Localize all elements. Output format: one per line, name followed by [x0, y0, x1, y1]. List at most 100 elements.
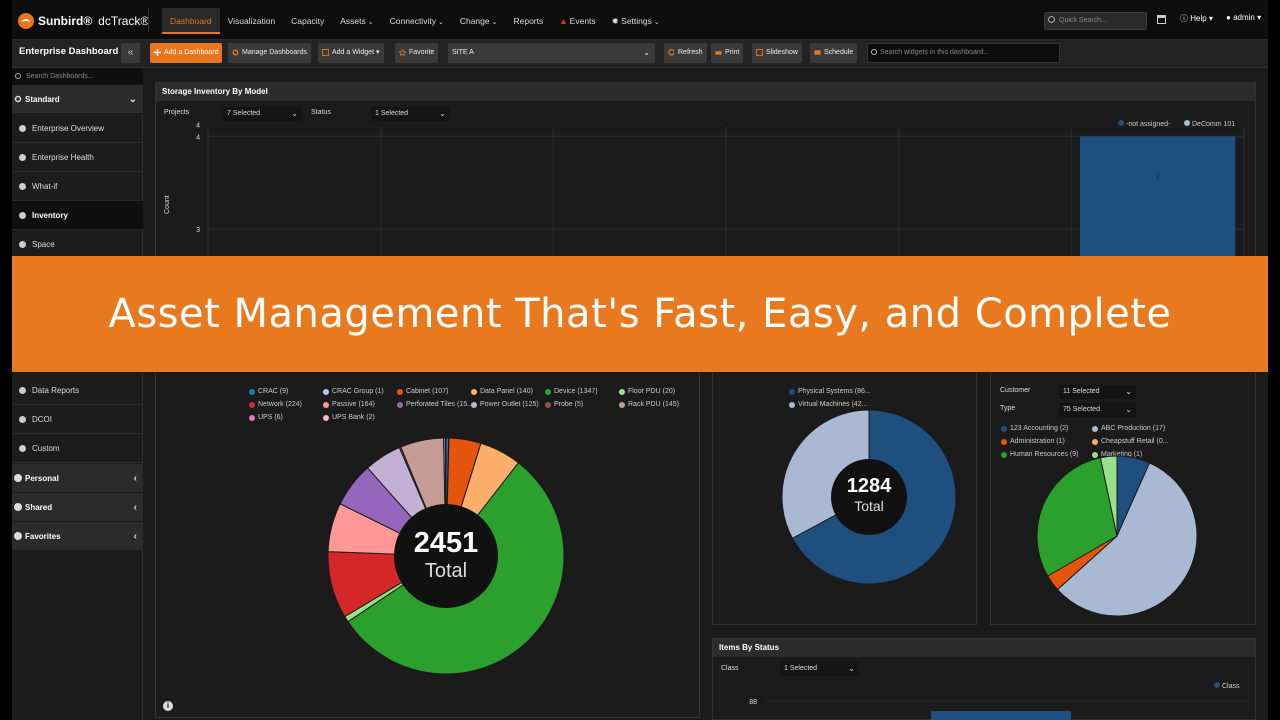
sidebar-item-inventory[interactable]: Inventory	[12, 201, 143, 230]
legend-swatch	[323, 401, 329, 408]
logo[interactable]: Sunbird® dcTrack®	[18, 12, 149, 30]
sidebar-group-shared[interactable]: Shared ‹	[12, 493, 143, 522]
schedule-button[interactable]: Schedule	[810, 43, 858, 63]
add-widget-button[interactable]: Add a Widget ▾	[318, 43, 384, 63]
legend-item[interactable]: Cabinet (107)	[397, 385, 471, 398]
legend-item[interactable]: Rack PDU (145)	[619, 398, 693, 411]
nav-item-change[interactable]: Change ⌄	[452, 8, 506, 34]
chevron-down-icon: ⌄	[367, 19, 374, 26]
widget-title: Storage Inventory By Model	[156, 83, 1255, 101]
star-icon	[399, 49, 406, 56]
type-filter-select[interactable]: 75 Selected ⌄	[1059, 403, 1136, 417]
sidebar-item-space[interactable]: Space	[12, 230, 143, 259]
add-dashboard-button[interactable]: Add a Dashboard	[150, 43, 223, 63]
page-title: Enterprise Dashboard	[19, 46, 119, 57]
legend-item[interactable]: ABC Production (17)	[1092, 422, 1183, 435]
sidebar-item-label: Data Reports	[32, 386, 80, 395]
sidebar-item-data-reports[interactable]: Data Reports	[12, 376, 143, 405]
sidebar-item-label: Enterprise Overview	[32, 124, 105, 133]
legend-item[interactable]: Device (1347)	[545, 385, 619, 398]
legend-item[interactable]: Network (224)	[249, 398, 323, 411]
nav-item-label: Assets	[340, 16, 366, 26]
manage-dashboards-button[interactable]: Manage Dashboards	[228, 43, 311, 63]
favorite-button[interactable]: Favorite	[395, 43, 439, 63]
legend-label[interactable]: DeComm 101	[1192, 121, 1235, 128]
sidebar-item-custom[interactable]: Custom	[12, 434, 143, 463]
class-filter-label: Class	[721, 665, 739, 672]
customer-filter-select[interactable]: 11 Selected ⌄	[1059, 385, 1136, 399]
quick-search-input[interactable]: Quick Search...	[1044, 12, 1147, 30]
customer-widget: Customer 11 Selected ⌄ Type 75 Selected …	[990, 370, 1256, 625]
nav-item-connectivity[interactable]: Connectivity ⌄	[382, 8, 452, 34]
nav-item-assets[interactable]: Assets ⌄	[332, 8, 381, 34]
legend-item[interactable]: Floor PDU (20)	[619, 385, 693, 398]
bar-class[interactable]	[931, 711, 1071, 720]
dashboard-search-input[interactable]: Search Dashboards...	[12, 68, 143, 85]
legend-swatch	[1092, 425, 1098, 432]
legend-item[interactable]: Cheapstuff Retail (0...	[1092, 435, 1183, 448]
nav-item-capacity[interactable]: Capacity	[283, 8, 332, 34]
legend-swatch	[397, 401, 403, 408]
legend-item[interactable]: Perforated Tiles (15...	[397, 398, 473, 411]
refresh-button[interactable]: Refresh	[664, 43, 707, 63]
legend-label: Probe (5)	[554, 401, 584, 408]
legend-item[interactable]: CRAC (9)	[249, 385, 323, 398]
chevron-left-icon: ‹	[133, 502, 137, 513]
nav-item-events[interactable]: ▲ Events	[551, 8, 603, 34]
total-label: Total	[424, 560, 468, 582]
legend-label: Network (224)	[258, 401, 302, 408]
product-name: dcTrack®	[98, 14, 150, 28]
legend-item[interactable]: UPS Bank (2)	[323, 411, 397, 424]
sidebar-group-favorites[interactable]: Favorites ‹	[12, 522, 143, 551]
legend-item[interactable]: Administration (1)	[1001, 435, 1092, 448]
legend-label[interactable]: Class	[1222, 683, 1240, 690]
legend-item[interactable]: Passive (164)	[323, 398, 397, 411]
y-tick-label: 4	[196, 134, 200, 141]
heart-icon	[19, 154, 26, 161]
calendar-icon[interactable]	[1157, 15, 1166, 24]
legend-swatch	[249, 401, 255, 408]
legend-item[interactable]: Probe (5)	[545, 398, 619, 411]
legend-item[interactable]: 123 Accounting (2)	[1001, 422, 1092, 435]
print-button[interactable]: Print	[711, 43, 744, 63]
sidebar-group-personal[interactable]: Personal ‹	[12, 464, 143, 493]
customer-filter-value: 11 Selected	[1063, 388, 1100, 395]
projects-filter-value: 7 Selected	[227, 110, 261, 117]
sidebar-item-enterprise-health[interactable]: Enterprise Health	[12, 143, 143, 172]
type-filter-value: 75 Selected	[1063, 406, 1100, 413]
nav-item-dashboard[interactable]: Dashboard	[162, 8, 220, 34]
legend-swatch	[789, 388, 795, 395]
class-filter-select[interactable]: 1 Selected ⌄	[780, 662, 859, 676]
user-menu[interactable]: ● admin ▾	[1226, 13, 1261, 22]
legend-item[interactable]: Physical Systems (86...	[789, 385, 885, 398]
cube-icon	[19, 241, 26, 248]
sidebar-group-label: Standard	[25, 95, 60, 104]
bar-not-assigned[interactable]	[1079, 136, 1236, 258]
sidebar-item-enterprise-overview[interactable]: Enterprise Overview	[12, 114, 143, 143]
sidebar-item-what-if[interactable]: What-if	[12, 172, 143, 201]
nav-item-settings[interactable]: ✹ Settings ⌄	[604, 8, 668, 34]
widget-title: Items By Status	[713, 639, 1255, 657]
legend-swatch	[1118, 120, 1124, 126]
site-select[interactable]: SITE A ⌄	[448, 43, 655, 63]
total-label: Total	[854, 498, 884, 514]
legend-item[interactable]: Data Panel (140)	[471, 385, 545, 398]
legend-item[interactable]: Power Outlet (125)	[471, 398, 545, 411]
sidebar-group-standard[interactable]: Standard ⌄	[12, 85, 143, 114]
legend-item[interactable]: CRAC Group (1)	[323, 385, 397, 398]
status-filter-label: Status	[311, 109, 331, 116]
collapse-sidebar-button[interactable]: «	[121, 43, 140, 63]
chevron-left-icon: ‹	[133, 473, 137, 484]
slideshow-button[interactable]: Slideshow	[752, 43, 802, 63]
main-menu: Dashboard Visualization Capacity Assets ⌄ Con…	[162, 8, 668, 34]
y-tick-label: 4	[196, 122, 200, 129]
widget-search-input[interactable]: Search widgets in this dashboard...	[867, 43, 1060, 63]
help-menu[interactable]: ⓘ Help ▾	[1180, 13, 1213, 24]
legend-label[interactable]: -not assigned-	[1126, 121, 1171, 128]
nav-item-visualization[interactable]: Visualization	[220, 8, 284, 34]
legend-item[interactable]: UPS (6)	[249, 411, 323, 424]
info-icon[interactable]: i	[163, 701, 173, 711]
sidebar-item-dcoi[interactable]: DCOI	[12, 405, 143, 434]
customer-filter-label: Customer	[1000, 387, 1031, 394]
nav-item-reports[interactable]: Reports	[505, 8, 551, 34]
